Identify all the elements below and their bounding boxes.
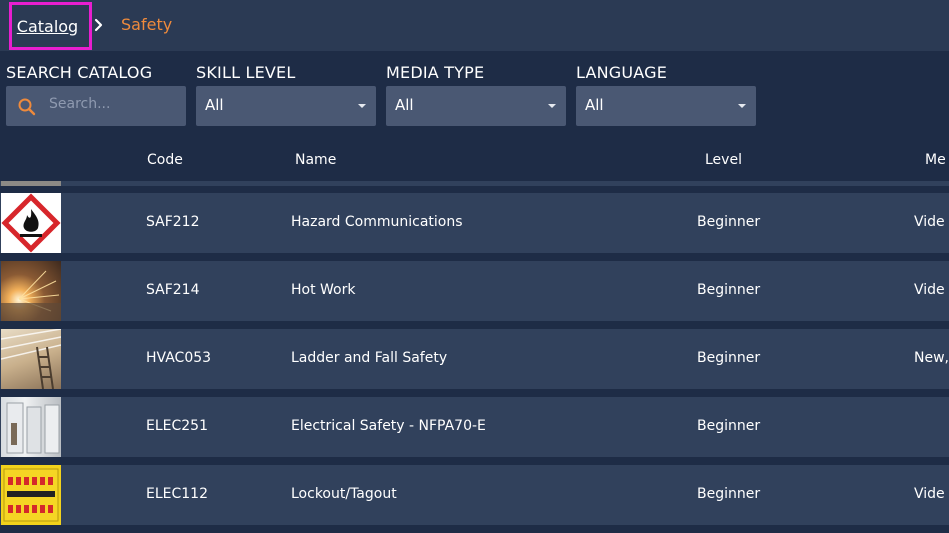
ladder-thumbnail [1, 329, 61, 389]
dropdown-caret-icon [358, 104, 366, 108]
table-row[interactable]: SAF214 Hot Work Beginner Vide [0, 261, 949, 321]
row-code: ELEC251 [146, 418, 208, 434]
row-level: Beginner [697, 486, 761, 502]
table-row[interactable]: ELEC112 Lockout/Tagout Beginner Vide [0, 465, 949, 525]
breadcrumb-current: Safety [121, 15, 173, 34]
flammable-icon [1, 193, 61, 253]
language-select[interactable]: All [576, 86, 756, 126]
table-row[interactable]: HVAC053 Ladder and Fall Safety Beginner … [0, 329, 949, 389]
column-header-name[interactable]: Name [295, 152, 336, 168]
row-code: ELEC112 [146, 486, 208, 502]
electrical-panel-icon [6, 402, 60, 454]
search-placeholder: Search... [49, 96, 111, 112]
table-header: Code Name Level Me [0, 140, 949, 180]
skill-level-select[interactable]: All [196, 86, 376, 126]
table-row[interactable]: SAF212 Hazard Communications Beginner Vi… [0, 193, 949, 253]
search-input[interactable]: Search... [6, 86, 186, 126]
row-code: SAF214 [146, 282, 200, 298]
row-level: Beginner [697, 350, 761, 366]
row-code: HVAC053 [146, 350, 212, 366]
row-code: SAF212 [146, 214, 200, 230]
language-label: LANGUAGE [576, 63, 668, 82]
lockout-board-thumbnail [1, 465, 61, 525]
skill-level-label: SKILL LEVEL [196, 63, 296, 82]
table-row-partial [0, 181, 949, 186]
grinding-sparks-thumbnail [1, 261, 61, 321]
row-level: Beginner [697, 214, 761, 230]
dropdown-caret-icon [738, 104, 746, 108]
breadcrumb-catalog-label: Catalog [16, 16, 79, 36]
padlocks-icon [3, 468, 59, 522]
row-name[interactable]: Electrical Safety - NFPA70-E [291, 418, 486, 434]
column-header-code[interactable]: Code [147, 152, 183, 168]
electrical-panel-thumbnail [1, 397, 61, 457]
row-name[interactable]: Hot Work [291, 282, 355, 298]
search-icon [18, 98, 36, 116]
column-header-media[interactable]: Me [925, 152, 946, 168]
row-name[interactable]: Lockout/Tagout [291, 486, 397, 502]
language-value: All [585, 96, 604, 114]
table-row[interactable]: ELEC251 Electrical Safety - NFPA70-E Beg… [0, 397, 949, 457]
media-type-value: All [395, 96, 414, 114]
dropdown-caret-icon [548, 104, 556, 108]
row-name[interactable]: Hazard Communications [291, 214, 463, 230]
row-media: Vide [914, 282, 945, 298]
media-type-label: MEDIA TYPE [386, 63, 485, 82]
breadcrumb-catalog-link[interactable]: Catalog [9, 2, 92, 50]
sparks-icon [1, 270, 61, 321]
breadcrumb: Catalog Safety [0, 0, 949, 51]
row-media: New, [914, 350, 949, 366]
row-level: Beginner [697, 282, 761, 298]
ladder-icon [1, 329, 61, 389]
row-name[interactable]: Ladder and Fall Safety [291, 350, 447, 366]
column-header-level[interactable]: Level [705, 152, 742, 168]
row-level: Beginner [697, 418, 761, 434]
search-catalog-label: SEARCH CATALOG [6, 63, 153, 82]
chevron-right-icon [94, 18, 103, 32]
skill-level-value: All [205, 96, 224, 114]
row-media: Vide [914, 486, 945, 502]
media-type-select[interactable]: All [386, 86, 566, 126]
row-media: Vide [914, 214, 945, 230]
flammable-pictogram-thumbnail [1, 193, 61, 253]
thumbnail-partial [1, 181, 61, 186]
